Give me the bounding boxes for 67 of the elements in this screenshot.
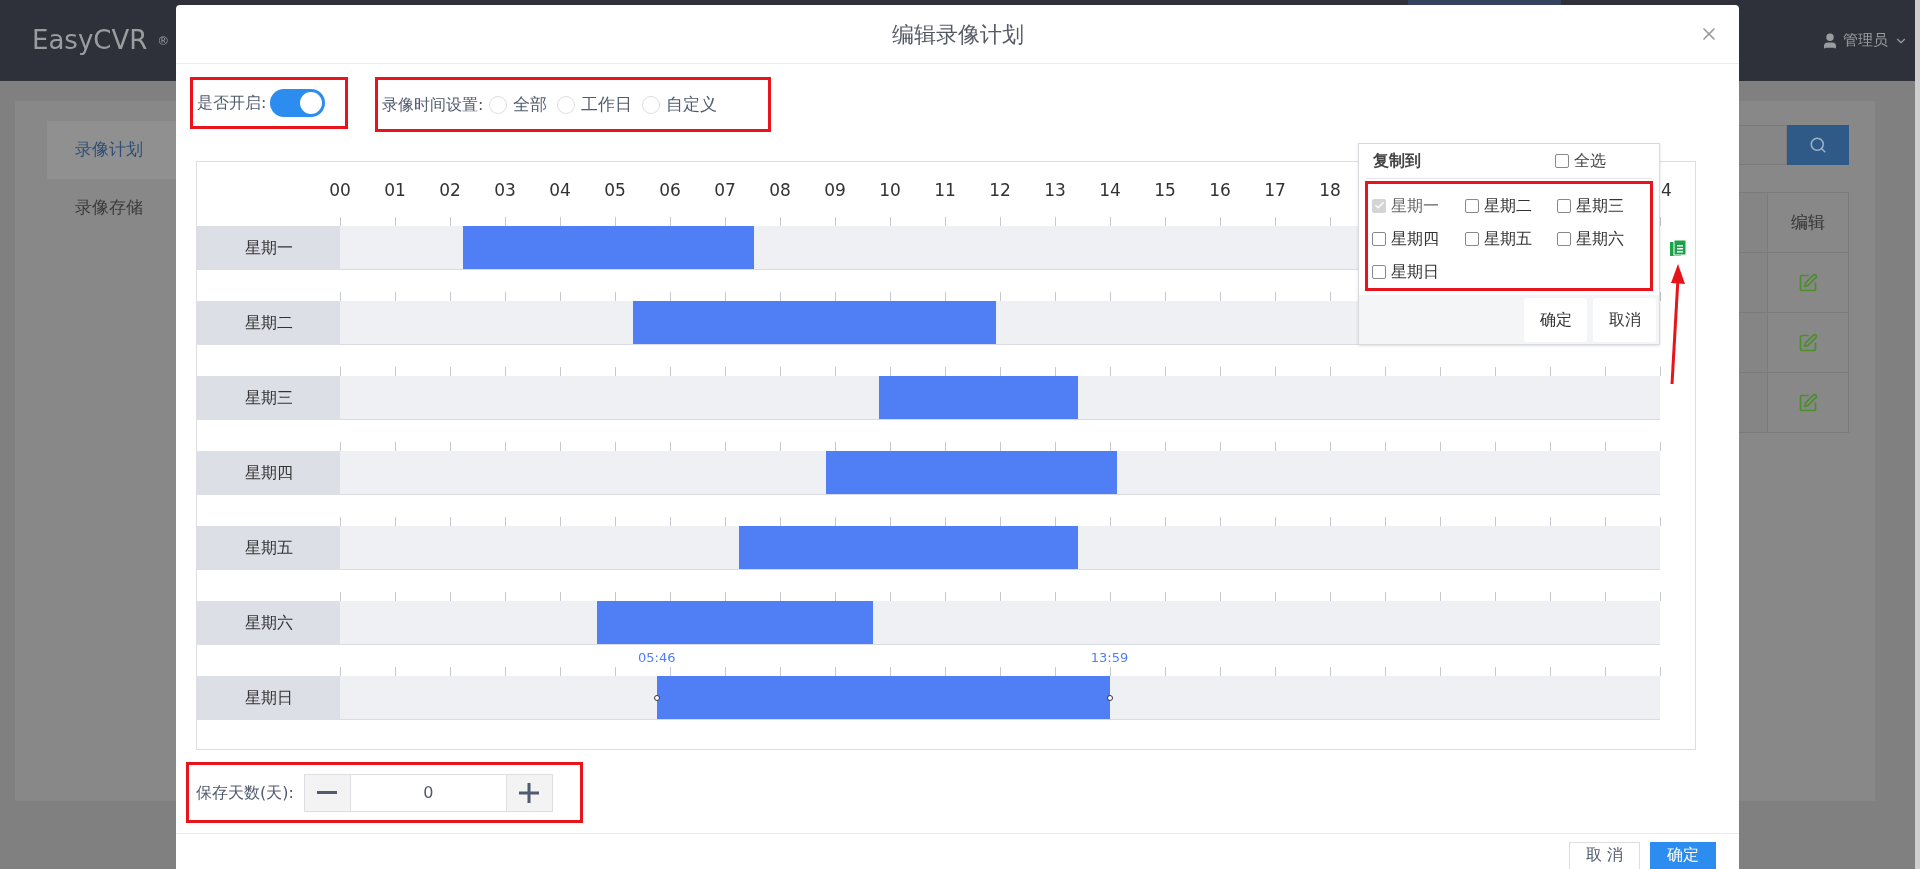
day-label: 星期六 [197,601,340,645]
hour-label: 13 [1044,179,1066,201]
retention-label: 保存天数(天): [196,781,294,804]
day-label: 星期三 [197,376,340,420]
checkbox[interactable] [1555,154,1569,168]
hour-label: 02 [439,179,461,201]
checkbox[interactable] [1557,231,1572,246]
checkbox[interactable] [1464,198,1479,213]
hour-label: 15 [1154,179,1176,201]
day-option[interactable]: 星期日 [1372,255,1465,288]
hour-label: 14 [1099,179,1121,201]
hour-label: 18 [1319,179,1341,201]
checkbox[interactable] [1372,264,1386,279]
day-label: 星期日 [197,676,340,720]
checkbox[interactable] [1464,231,1479,246]
day-option[interactable]: 星期三 [1557,189,1650,222]
logo-mark: ® [157,32,170,50]
radio-option[interactable]: 自定义 [642,91,718,118]
popup-button[interactable]: 取消 [1593,297,1656,342]
day-option[interactable]: 星期六 [1557,222,1650,255]
select-all-option[interactable]: 全选 [1555,149,1606,173]
search-icon [1809,136,1827,154]
day-option[interactable]: 星期二 [1464,189,1558,222]
plus-icon [519,782,540,803]
hour-label: 16 [1209,179,1231,201]
record-time-label: 录像时间设置: [382,93,484,116]
checkbox[interactable] [1372,231,1386,246]
hour-label: 00 [329,179,351,201]
logo: EasyCVR [32,24,148,57]
hour-label: 01 [384,179,406,201]
hour-label: 08 [769,179,791,201]
day-option[interactable]: 星期五 [1464,222,1558,255]
hour-label: 4 [1661,179,1672,201]
minus-icon [317,791,338,794]
toggle-switch[interactable] [270,89,326,117]
hour-label: 12 [989,179,1011,201]
hour-label: 17 [1264,179,1286,201]
increment-button[interactable] [505,774,552,811]
checkbox[interactable] [1557,198,1572,213]
day-label: 星期五 [197,526,340,570]
hour-label: 11 [934,179,956,201]
dialog-button[interactable]: 取 消 [1568,842,1640,869]
day-option[interactable]: 星期四 [1372,222,1465,255]
radio-option[interactable]: 工作日 [557,91,633,118]
day-label: 星期一 [197,226,340,270]
popup-button[interactable]: 确定 [1524,297,1587,342]
day-label: 星期二 [197,301,340,345]
end-time-label: 13:59 [1090,649,1129,667]
user-name[interactable]: 管理员 [1843,29,1888,52]
hour-label: 10 [879,179,901,201]
decrement-button[interactable] [304,774,351,811]
hour-label: 07 [714,179,736,201]
dialog-title: 编辑录像计划 [891,20,1024,49]
hour-label: 04 [549,179,571,201]
user-icon [1821,31,1839,50]
search-button[interactable] [1787,125,1849,165]
hour-label: 03 [494,179,516,201]
popup-title: 复制到 [1373,150,1421,172]
hour-label: 09 [824,179,846,201]
hour-label: 05 [604,179,626,201]
copy-icon[interactable] [1668,239,1687,257]
start-time-label: 05:46 [638,649,676,667]
column-header: 编辑 [1790,210,1826,234]
radio-option[interactable]: 全部 [489,91,548,118]
hour-label: 06 [659,179,681,201]
enable-label: 是否开启: [197,92,267,114]
day-label: 星期四 [197,451,340,495]
